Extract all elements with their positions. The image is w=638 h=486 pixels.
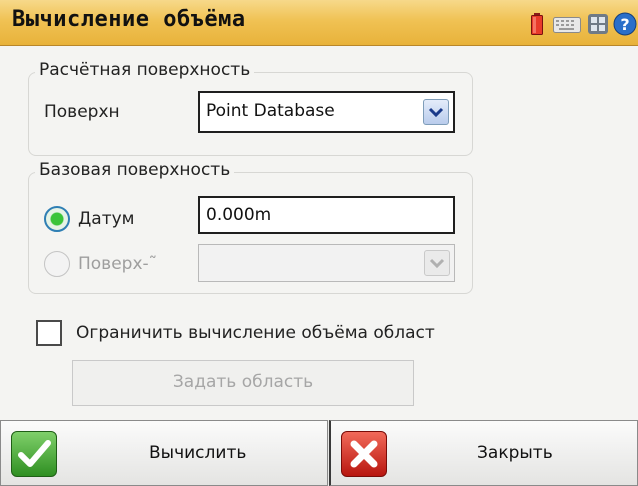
footer-bar: Вычислить Закрыть: [0, 420, 638, 486]
keyboard-icon[interactable]: [553, 17, 581, 37]
check-icon: [11, 431, 57, 477]
battery-icon[interactable]: [531, 13, 543, 39]
calculate-button[interactable]: Вычислить: [0, 420, 328, 486]
base-surface-legend: Базовая поверхность: [35, 160, 235, 180]
limit-area-checkbox[interactable]: [36, 320, 62, 346]
close-button[interactable]: Закрыть: [329, 420, 638, 486]
help-icon[interactable]: ?: [613, 12, 637, 40]
chevron-down-icon[interactable]: [423, 99, 449, 125]
apps-icon[interactable]: [588, 14, 608, 38]
limit-area-label: Ограничить вычисление объёма област: [76, 323, 435, 343]
calc-surface-select[interactable]: Point Database: [198, 91, 455, 133]
svg-text:?: ?: [620, 15, 629, 34]
window-title: Вычисление объёма: [12, 7, 246, 32]
calc-surface-legend: Расчётная поверхность: [35, 60, 255, 80]
datum-input[interactable]: 0.000m: [198, 196, 455, 234]
calc-surface-label: Поверхн: [44, 102, 120, 122]
base-surface-radio[interactable]: [44, 251, 70, 277]
datum-radio[interactable]: [44, 206, 70, 232]
title-bar: Вычисление объёма ?: [0, 0, 638, 46]
base-surface-label: Поверх-˜: [78, 254, 158, 274]
close-icon: [341, 431, 387, 477]
datum-label: Датум: [78, 209, 135, 229]
calculate-label: Вычислить: [149, 443, 247, 463]
dialog-content: Расчётная поверхность Поверхн Point Data…: [0, 46, 638, 420]
set-area-button[interactable]: Задать область: [72, 360, 414, 406]
chevron-down-icon[interactable]: [424, 250, 450, 276]
close-label: Закрыть: [477, 443, 553, 463]
calc-surface-value: Point Database: [206, 101, 335, 121]
datum-value: 0.000m: [206, 205, 272, 225]
set-area-button-label: Задать область: [172, 372, 314, 392]
base-surface-select[interactable]: [198, 244, 455, 282]
